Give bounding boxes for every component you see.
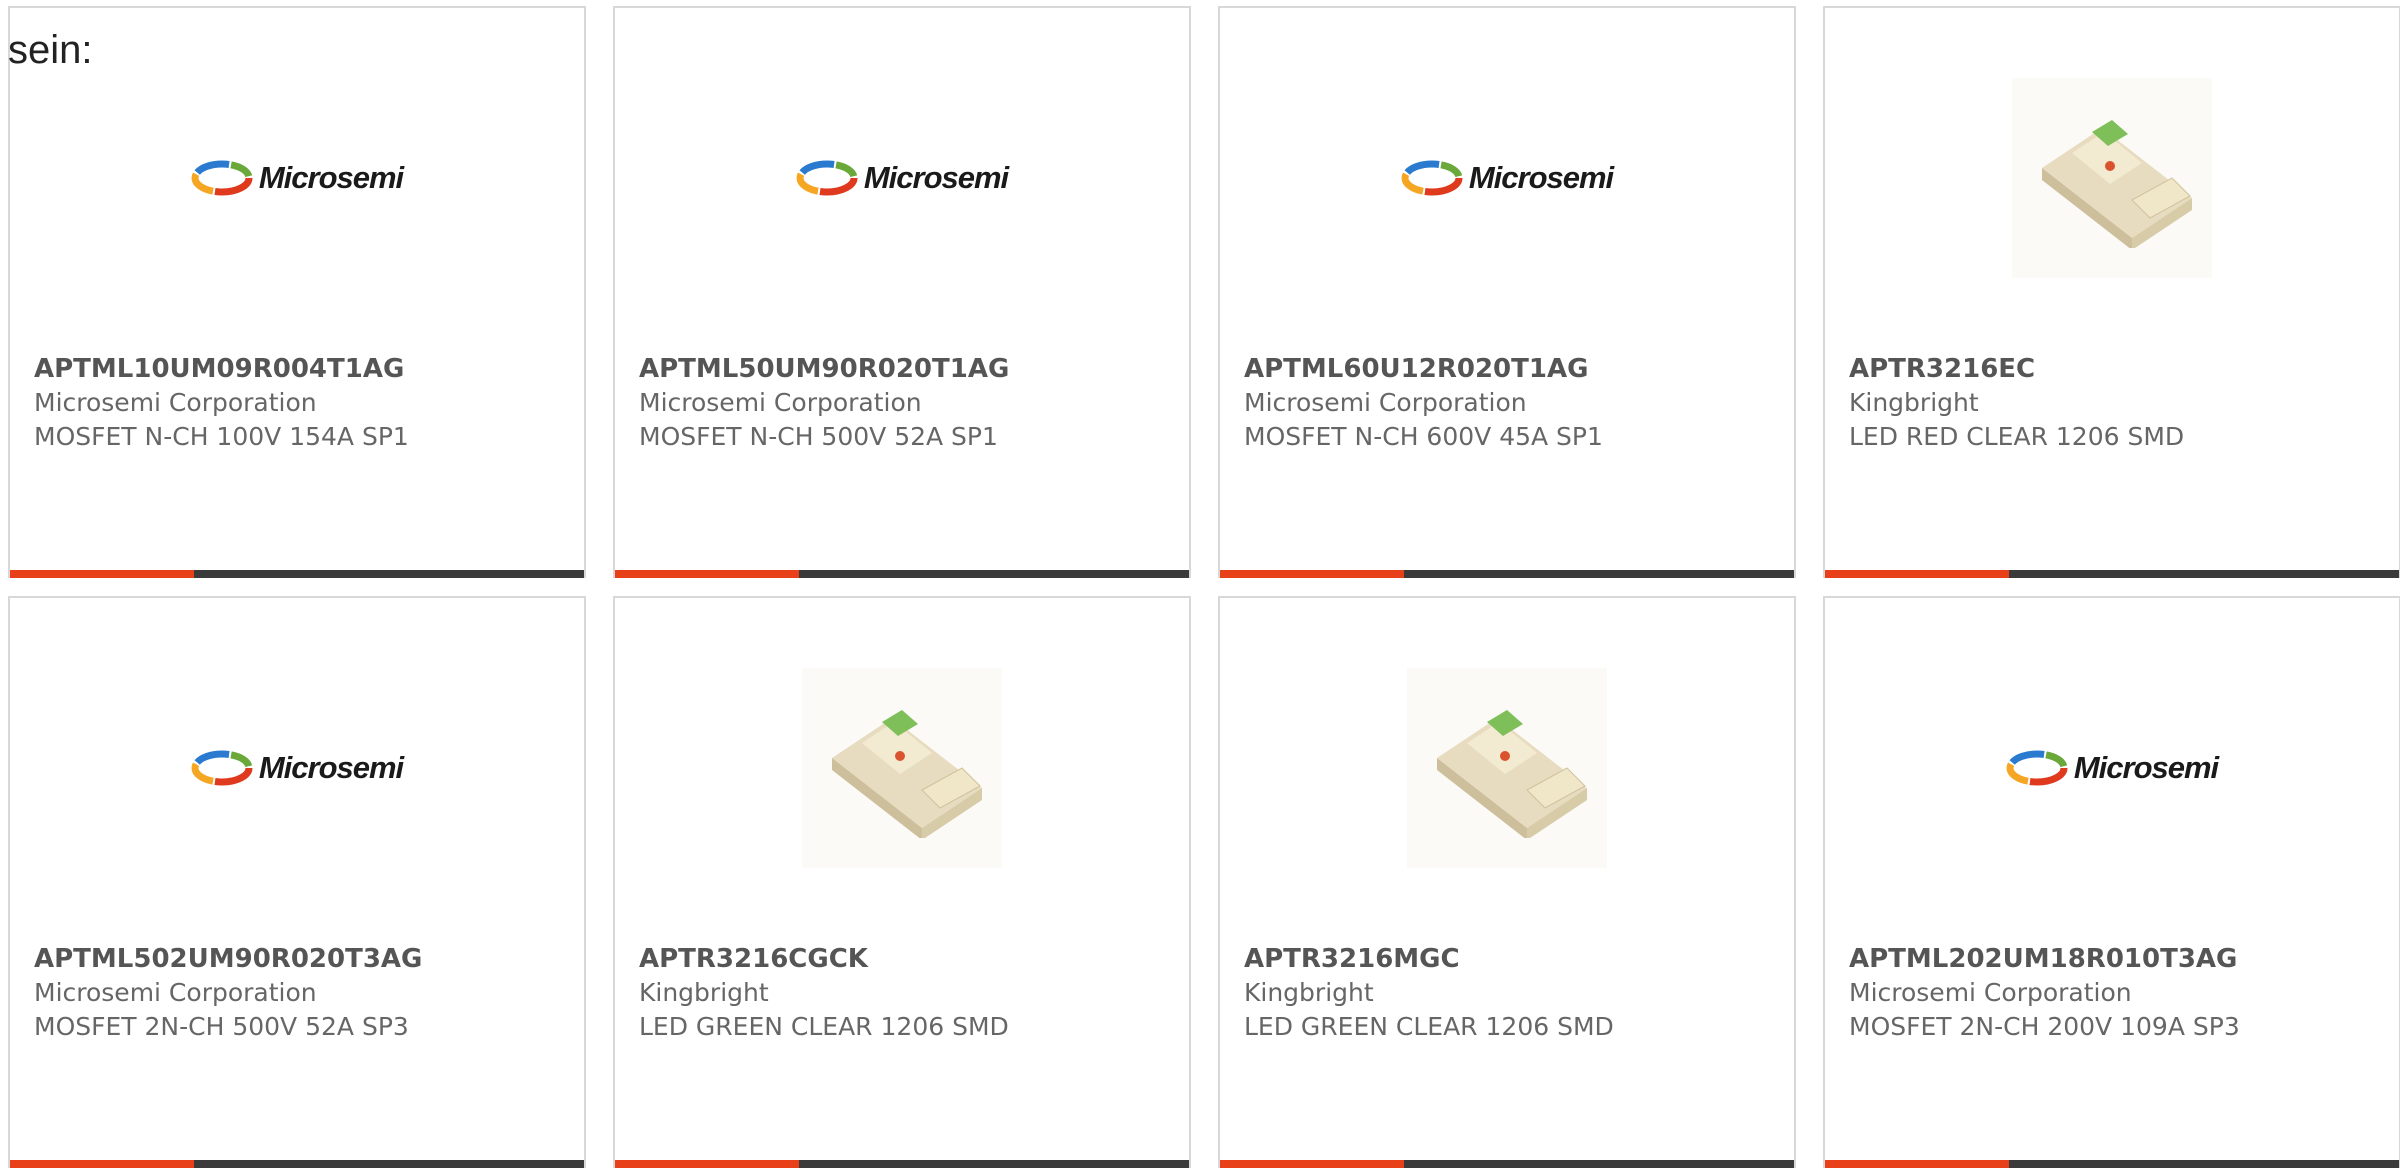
product-image[interactable]: Microsemi [615,8,1189,348]
product-card[interactable]: Microsemi APTML60U12R020T1AG Microsemi C… [1218,6,1796,578]
product-card[interactable]: APTR3216CGCK Kingbright LED GREEN CLEAR … [613,596,1191,1168]
card-bottom-bar [615,570,1189,578]
description: MOSFET N-CH 100V 154A SP1 [34,422,409,451]
part-number[interactable]: APTR3216CGCK [639,942,1177,976]
manufacturer: Microsemi Corporation [34,388,317,417]
logo-wordmark: Microsemi [258,750,404,785]
card-accent-bar [10,570,194,578]
manufacturer: Kingbright [639,978,769,1007]
card-accent-bar [1220,1160,1404,1168]
part-number[interactable]: APTML502UM90R020T3AG [34,942,572,976]
description: MOSFET 2N-CH 200V 109A SP3 [1849,1012,2240,1041]
part-number[interactable]: APTML10UM09R004T1AG [34,352,572,386]
product-card[interactable]: Microsemi APTML50UM90R020T1AG Microsemi … [613,6,1191,578]
part-number[interactable]: APTML202UM18R010T3AG [1849,942,2387,976]
product-card[interactable]: APTR3216EC Kingbright LED RED CLEAR 1206… [1823,6,2400,578]
product-grid: Microsemi APTML10UM09R004T1AG Microsemi … [8,6,2400,1168]
card-bottom-bar [1220,1160,1794,1168]
logo-wordmark: Microsemi [863,160,1009,195]
microsemi-swirl-icon [796,160,858,196]
part-number[interactable]: APTML50UM90R020T1AG [639,352,1177,386]
smd-led-icon [832,710,982,838]
part-number[interactable]: APTR3216EC [1849,352,2387,386]
card-bottom-bar [1825,570,2399,578]
microsemi-swirl-icon [2006,750,2068,786]
product-image[interactable] [615,598,1189,938]
card-bottom-bar [1825,1160,2399,1168]
description: MOSFET N-CH 500V 52A SP1 [639,422,998,451]
microsemi-logo: Microsemi [191,750,404,786]
description: LED GREEN CLEAR 1206 SMD [639,1012,1009,1041]
card-accent-bar [615,1160,799,1168]
manufacturer: Microsemi Corporation [1849,978,2132,1007]
microsemi-swirl-icon [191,160,253,196]
smd-led-photo [802,668,1002,868]
manufacturer: Microsemi Corporation [639,388,922,417]
description: LED RED CLEAR 1206 SMD [1849,422,2185,451]
card-accent-bar [1825,1160,2009,1168]
logo-wordmark: Microsemi [2073,750,2219,785]
microsemi-logo: Microsemi [191,160,404,196]
microsemi-logo: Microsemi [1401,160,1614,196]
card-bottom-bar [1220,570,1794,578]
microsemi-logo: Microsemi [2006,750,2219,786]
card-bottom-bar [615,1160,1189,1168]
product-image[interactable]: Microsemi [1220,8,1794,348]
microsemi-swirl-icon [191,750,253,786]
smd-led-photo [2012,78,2212,278]
smd-led-icon [2042,120,2192,248]
product-image[interactable] [1220,598,1794,938]
product-image[interactable]: Microsemi [10,8,584,348]
part-number[interactable]: APTR3216MGC [1244,942,1782,976]
logo-wordmark: Microsemi [258,160,404,195]
manufacturer: Kingbright [1849,388,1979,417]
card-accent-bar [1220,570,1404,578]
card-bottom-bar [10,570,584,578]
card-accent-bar [1825,570,2009,578]
card-accent-bar [615,570,799,578]
product-card[interactable]: APTR3216MGC Kingbright LED GREEN CLEAR 1… [1218,596,1796,1168]
logo-wordmark: Microsemi [1468,160,1614,195]
manufacturer: Microsemi Corporation [34,978,317,1007]
description: MOSFET N-CH 600V 45A SP1 [1244,422,1603,451]
manufacturer: Microsemi Corporation [1244,388,1527,417]
intro-text: sein: [8,28,93,72]
product-card[interactable]: Microsemi APTML10UM09R004T1AG Microsemi … [8,6,586,578]
card-bottom-bar [10,1160,584,1168]
microsemi-logo: Microsemi [796,160,1009,196]
microsemi-swirl-icon [1401,160,1463,196]
smd-led-photo [1407,668,1607,868]
smd-led-icon [1437,710,1587,838]
product-image[interactable] [1825,8,2399,348]
manufacturer: Kingbright [1244,978,1374,1007]
product-card[interactable]: Microsemi APTML202UM18R010T3AG Microsemi… [1823,596,2400,1168]
part-number[interactable]: APTML60U12R020T1AG [1244,352,1782,386]
product-card[interactable]: Microsemi APTML502UM90R020T3AG Microsemi… [8,596,586,1168]
description: MOSFET 2N-CH 500V 52A SP3 [34,1012,409,1041]
card-accent-bar [10,1160,194,1168]
description: LED GREEN CLEAR 1206 SMD [1244,1012,1614,1041]
product-image[interactable]: Microsemi [1825,598,2399,938]
product-image[interactable]: Microsemi [10,598,584,938]
